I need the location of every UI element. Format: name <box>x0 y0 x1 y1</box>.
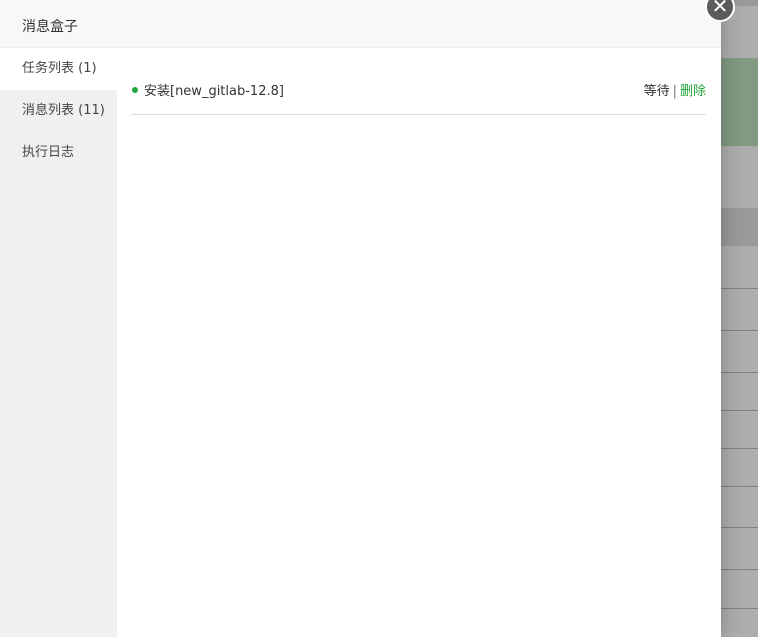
sidebar-item-label: 消息列表 (11) <box>22 103 105 118</box>
message-box-modal: 消息盒子 任务列表 (1) 消息列表 (11) 执行日志 安装[new_gitl… <box>0 0 721 637</box>
task-row: 安装[new_gitlab-12.8] 等待 | 删除 <box>131 68 706 115</box>
task-status: 等待 <box>643 84 670 99</box>
close-icon: ✕ <box>711 0 729 18</box>
modal-title: 消息盒子 <box>22 19 78 35</box>
modal-header: 消息盒子 <box>0 0 721 48</box>
task-actions: 等待 | 删除 <box>644 80 706 99</box>
task-list-panel: 安装[new_gitlab-12.8] 等待 | 删除 <box>117 48 721 637</box>
task-list: 安装[new_gitlab-12.8] 等待 | 删除 <box>131 68 706 115</box>
task-name: 安装[new_gitlab-12.8] <box>144 84 284 99</box>
status-dot-icon <box>132 87 138 93</box>
delete-task-link[interactable]: 删除 <box>680 84 706 99</box>
task-action-separator: | <box>672 84 677 99</box>
sidebar-item-message-list[interactable]: 消息列表 (11) <box>0 90 117 132</box>
sidebar-item-label: 执行日志 <box>22 145 75 160</box>
sidebar-item-task-list[interactable]: 任务列表 (1) <box>0 48 117 90</box>
modal-sidebar: 任务列表 (1) 消息列表 (11) 执行日志 <box>0 48 117 637</box>
sidebar-item-execution-log[interactable]: 执行日志 <box>0 132 117 174</box>
sidebar-item-label: 任务列表 (1) <box>22 61 97 76</box>
